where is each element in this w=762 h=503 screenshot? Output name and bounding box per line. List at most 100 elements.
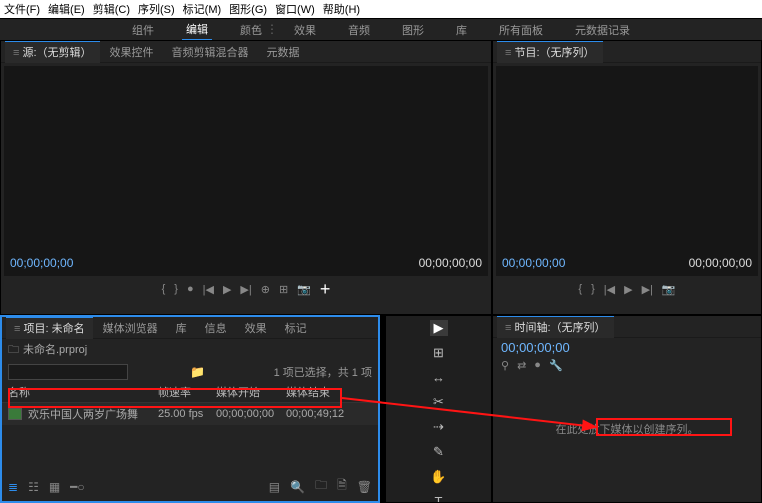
workspace-1[interactable]: 编辑	[182, 19, 212, 41]
prog-mark-in-button[interactable]: {	[578, 283, 582, 295]
program-tab[interactable]: 节目:（无序列）	[497, 41, 603, 63]
list-view-button[interactable]: ≣	[8, 480, 18, 494]
tool-3[interactable]: ✂	[430, 394, 448, 410]
project-tab-4[interactable]: 效果	[237, 317, 275, 339]
timeline-tab[interactable]: 时间轴:（无序列）	[497, 316, 614, 338]
menu-标记M[interactable]: 标记(M)	[183, 1, 222, 17]
tool-6[interactable]: ✋	[430, 469, 448, 485]
prog-play-button[interactable]: ▶	[624, 283, 632, 296]
workspace-8[interactable]: 元数据记录	[571, 20, 634, 40]
link-icon[interactable]: ⇄	[517, 359, 526, 372]
source-tab-0[interactable]: 源:（无剪辑）	[5, 41, 100, 63]
snap-icon[interactable]: ⚲	[501, 359, 509, 372]
program-monitor[interactable]: 00;00;00;00 00;00;00;00	[496, 66, 758, 276]
project-tab-0[interactable]: 项目: 未命名	[6, 317, 93, 339]
source-tab-1[interactable]: 效果控件	[102, 41, 162, 63]
play-button[interactable]: ▶	[223, 283, 231, 296]
tool-2[interactable]: ↔	[430, 370, 448, 385]
timeline-timecode[interactable]: 00;00;00;00	[493, 338, 761, 357]
clip-name: 欢乐中国人两岁广场舞	[28, 406, 158, 422]
icon-view-button[interactable]: ☷	[28, 480, 39, 494]
project-tab-5[interactable]: 标记	[277, 317, 315, 339]
prog-export-button[interactable]: 📷	[662, 283, 676, 296]
timeline-dropzone[interactable]: 在此处放下媒体以创建序列。	[493, 374, 761, 484]
col-out[interactable]: 媒体结束	[286, 384, 346, 400]
column-headers: 名称 帧速率 媒体开始 媒体结束	[2, 382, 378, 403]
freeform-view-button[interactable]: ▦	[49, 480, 60, 494]
add-button[interactable]: +	[320, 279, 331, 300]
tool-0[interactable]: ▶	[430, 320, 448, 336]
source-timecode-right: 00;00;00;00	[419, 256, 482, 270]
prog-step-fwd-button[interactable]: ▶|	[642, 283, 653, 296]
menu-编辑E[interactable]: 编辑(E)	[48, 1, 85, 17]
marker-button[interactable]: ●	[187, 283, 194, 295]
project-tab-1[interactable]: 媒体浏览器	[95, 317, 166, 339]
menu-帮助H[interactable]: 帮助(H)	[323, 1, 360, 17]
program-transport: { } |◀ ▶ ▶| 📷	[493, 279, 761, 299]
mark-in-button[interactable]: {	[162, 283, 166, 295]
mark-out-button[interactable]: }	[174, 283, 178, 295]
timeline-options: ⚲ ⇄ ● 🔧	[493, 357, 761, 374]
step-back-button[interactable]: |◀	[203, 283, 214, 296]
col-in[interactable]: 媒体开始	[216, 384, 286, 400]
workspace-tabs: 组件编辑颜色效果音频图形库所有面板元数据记录	[0, 18, 762, 40]
project-filename: 🗀未命名.prproj	[2, 339, 378, 362]
workspace-0[interactable]: 组件	[128, 20, 158, 40]
tools-panel: ▶ ⊞ ↔ ✂ ⇢ ✎ ✋ T	[385, 315, 492, 503]
bin-icon: 🗀	[8, 344, 19, 356]
prog-mark-out-button[interactable]: }	[591, 283, 595, 295]
source-tab-3[interactable]: 元数据	[259, 41, 308, 63]
workspace-grip-icon[interactable]: ⋮⋮	[254, 22, 278, 36]
clip-out: 00;00;49;12	[286, 408, 346, 420]
menu-文件F[interactable]: 文件(F)	[4, 1, 40, 17]
clip-thumb-icon	[8, 408, 22, 420]
new-item-button[interactable]: 🗎	[337, 476, 347, 497]
tool-7[interactable]: T	[430, 494, 448, 503]
tool-5[interactable]: ✎	[430, 444, 448, 460]
program-panel: 节目:（无序列） 00;00;00;00 00;00;00;00 { } |◀ …	[492, 40, 762, 315]
program-timecode-left: 00;00;00;00	[502, 256, 565, 270]
export-frame-button[interactable]: 📷	[297, 283, 311, 296]
menu-bar: 文件(F) 编辑(E) 剪辑(C) 序列(S) 标记(M) 图形(G) 窗口(W) 帮助(H)	[0, 0, 762, 18]
project-tab-2[interactable]: 库	[168, 317, 195, 339]
menu-剪辑C[interactable]: 剪辑(C)	[93, 1, 130, 17]
insert-button[interactable]: ⊕	[261, 283, 270, 296]
clip-in: 00;00;00;00	[216, 408, 286, 420]
new-bin-button[interactable]: 🗀	[315, 476, 327, 497]
program-tabs: 节目:（无序列）	[493, 41, 761, 63]
menu-序列S[interactable]: 序列(S)	[138, 1, 175, 17]
project-footer: ≣ ☷ ▦ ━○ ▤ 🔍 🗀 🗎 🗑	[8, 476, 372, 497]
prog-step-back-button[interactable]: |◀	[604, 283, 615, 296]
auto-seq-button[interactable]: ▤	[269, 480, 280, 494]
source-timecode-left: 00;00;00;00	[10, 256, 73, 270]
folder-icon[interactable]: 📁	[190, 365, 205, 379]
find-button[interactable]: 🔍	[290, 480, 305, 494]
source-transport: { } ● |◀ ▶ ▶| ⊕ ⊞ 📷 +	[1, 279, 491, 299]
menu-图形G[interactable]: 图形(G)	[229, 1, 267, 17]
menu-窗口W[interactable]: 窗口(W)	[275, 1, 315, 17]
overwrite-button[interactable]: ⊞	[279, 283, 288, 296]
workspace-3[interactable]: 效果	[290, 20, 320, 40]
step-fwd-button[interactable]: ▶|	[240, 283, 251, 296]
workspace-4[interactable]: 音频	[344, 20, 374, 40]
col-fps[interactable]: 帧速率	[158, 384, 216, 400]
project-tab-3[interactable]: 信息	[197, 317, 235, 339]
source-tabs: 源:（无剪辑）效果控件音频剪辑混合器元数据	[1, 41, 491, 63]
workspace-7[interactable]: 所有面板	[495, 20, 547, 40]
source-tab-2[interactable]: 音频剪辑混合器	[164, 41, 257, 63]
col-name[interactable]: 名称	[8, 384, 158, 400]
drop-hint-text: 在此处放下媒体以创建序列。	[556, 421, 699, 437]
workspace-5[interactable]: 图形	[398, 20, 428, 40]
marker-icon[interactable]: ●	[534, 359, 541, 372]
program-timecode-right: 00;00;00;00	[689, 256, 752, 270]
settings-icon[interactable]: 🔧	[549, 359, 563, 372]
search-input[interactable]	[8, 364, 128, 380]
trash-button[interactable]: 🗑	[357, 480, 372, 494]
workspace-6[interactable]: 库	[452, 20, 471, 40]
tool-4[interactable]: ⇢	[430, 419, 448, 435]
zoom-slider[interactable]: ━○	[70, 480, 84, 494]
source-monitor[interactable]: 00;00;00;00 00;00;00;00	[4, 66, 488, 276]
clip-fps: 25.00 fps	[158, 408, 216, 420]
tool-1[interactable]: ⊞	[430, 345, 448, 361]
table-row[interactable]: 欢乐中国人两岁广场舞 25.00 fps 00;00;00;00 00;00;4…	[2, 403, 378, 425]
